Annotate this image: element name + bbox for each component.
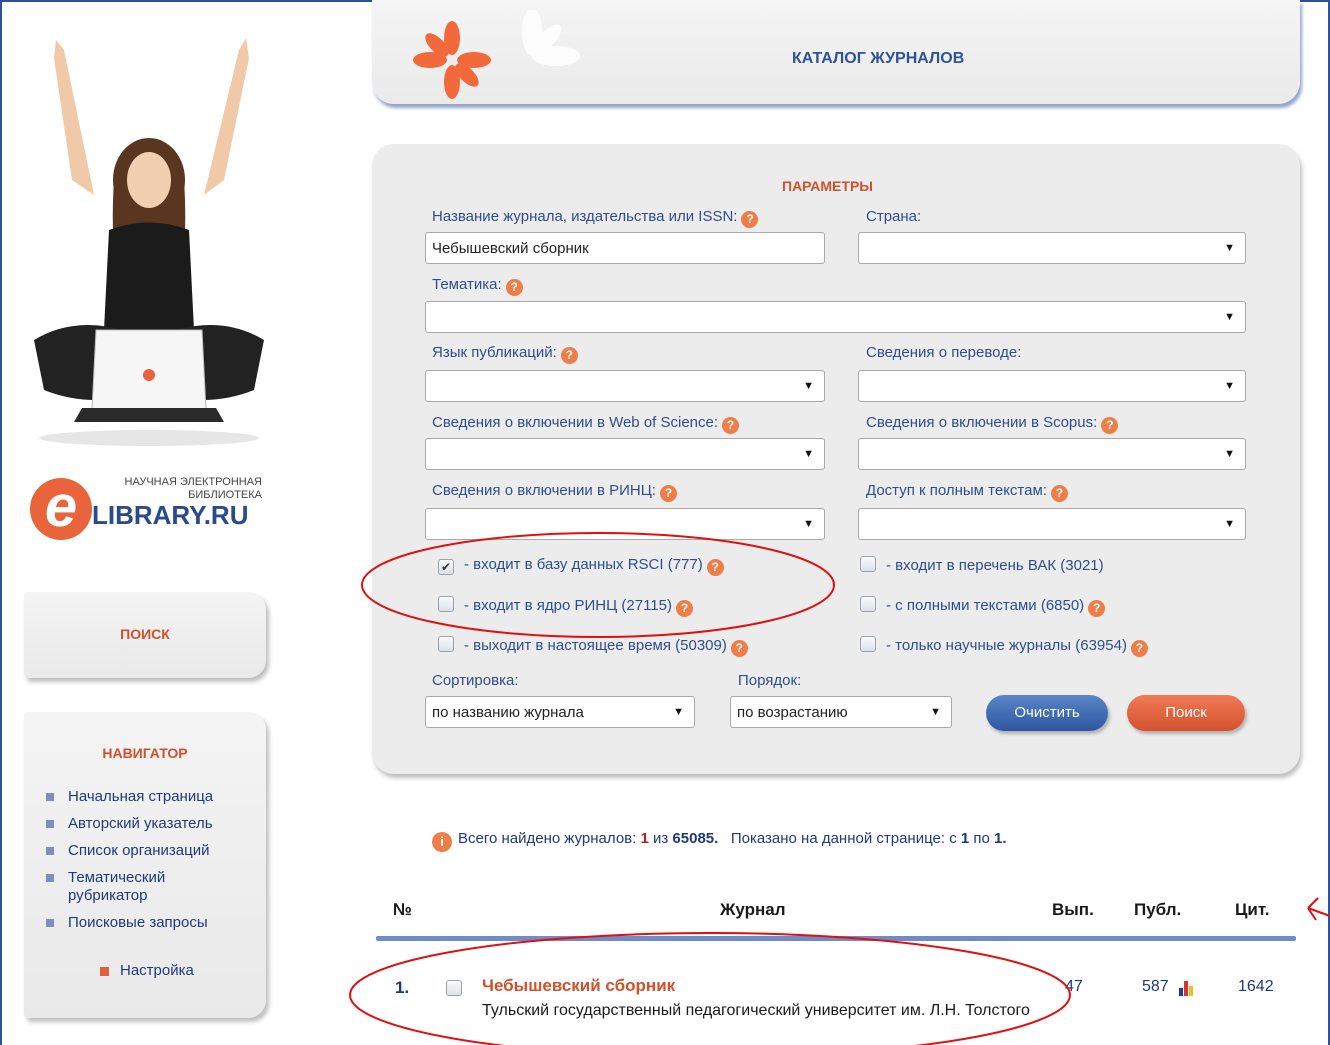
navigator-panel: НАВИГАТОР Начальная страница Авторский у… — [24, 712, 266, 1018]
nav-item-authors[interactable]: Авторский указатель — [46, 815, 246, 833]
parameters-title: ПАРАМЕТРЫ — [782, 178, 873, 194]
bullet-icon — [46, 847, 54, 855]
rinc-label: Сведения о включении в РИНЦ:? — [432, 482, 677, 502]
current-checkbox-row[interactable]: - выходит в настоящее время (50309)? — [438, 636, 748, 657]
publications-chart-icon[interactable] — [1178, 978, 1196, 996]
logo-tagline: НАУЧНАЯ ЭЛЕКТРОННАЯ БИБЛИОТЕКА — [124, 476, 262, 501]
topic-select[interactable] — [425, 301, 1246, 333]
bullet-icon — [46, 820, 54, 828]
nav-item-home[interactable]: Начальная страница — [46, 788, 246, 806]
fulltexts-checkbox[interactable] — [860, 596, 876, 612]
help-icon[interactable]: ? — [706, 559, 724, 576]
help-icon[interactable]: ? — [741, 211, 759, 228]
elibrary-logo[interactable]: e НАУЧНАЯ ЭЛЕКТРОННАЯ БИБЛИОТЕКА LIBRARY… — [30, 470, 270, 540]
row-issues: 47 — [1065, 978, 1083, 995]
sort-label: Сортировка: — [432, 672, 519, 689]
rsci-checkbox[interactable]: ✔ — [438, 559, 454, 575]
row-select-checkbox[interactable] — [446, 980, 462, 996]
journal-name-label: Название журнала, издательства или ISSN:… — [432, 208, 759, 228]
help-icon[interactable]: ? — [560, 347, 578, 364]
wos-label: Сведения о включении в Web of Science:? — [432, 414, 740, 434]
column-publications[interactable]: Публ. — [1134, 900, 1181, 920]
bullet-icon — [46, 874, 54, 882]
row-publications: 587 — [1142, 978, 1169, 995]
page-header: КАТАЛОГ ЖУРНАЛОВ — [372, 0, 1300, 104]
annotation-arrow — [1307, 897, 1330, 921]
column-journal: Журнал — [720, 900, 786, 919]
info-icon: i — [432, 832, 452, 852]
scopus-label: Сведения о включении в Scopus:? — [866, 414, 1119, 434]
help-icon[interactable]: ? — [1050, 485, 1068, 502]
flower-decoration-icon — [413, 10, 580, 99]
scopus-select[interactable] — [858, 438, 1246, 470]
translation-select[interactable] — [858, 370, 1246, 402]
wos-select[interactable] — [425, 438, 825, 470]
row-number: 1. — [395, 978, 410, 997]
logo-text: LIBRARY.RU — [92, 500, 249, 530]
order-select[interactable]: по возрастанию — [730, 696, 952, 728]
hero-illustration — [34, 38, 264, 446]
sidebar-search-panel[interactable]: ПОИСК — [24, 592, 266, 678]
logo-e-icon: e — [30, 478, 92, 540]
scientific-checkbox[interactable] — [860, 636, 876, 652]
search-parameters-panel: ПАРАМЕТРЫ Название журнала, издательства… — [372, 144, 1300, 774]
nav-item-organizations[interactable]: Список организаций — [46, 842, 246, 860]
topic-label: Тематика:? — [432, 276, 523, 296]
core-rinc-checkbox[interactable] — [438, 596, 454, 612]
current-checkbox[interactable] — [438, 636, 454, 652]
navigator-title: НАВИГАТОР — [102, 745, 188, 761]
fulltext-access-label: Доступ к полным текстам:? — [866, 482, 1068, 502]
results-summary: i Всего найдено журналов: 1 из 65085. Пок… — [432, 830, 1007, 852]
vak-checkbox-row[interactable]: - входит в перечень ВАК (3021) — [860, 556, 1104, 574]
column-num: № — [393, 900, 412, 919]
language-select[interactable] — [425, 370, 825, 402]
fulltexts-checkbox-row[interactable]: - с полными текстами (6850)? — [860, 596, 1106, 617]
journal-title-link[interactable]: Чебышевский сборник — [482, 976, 675, 996]
clear-button[interactable]: Очистить — [986, 695, 1108, 731]
settings-bullet-icon — [100, 967, 109, 976]
help-icon[interactable]: ? — [675, 600, 693, 617]
core-rinc-checkbox-row[interactable]: - входит в ядро РИНЦ (27115)? — [438, 596, 693, 617]
nav-item-queries[interactable]: Поисковые запросы — [46, 914, 246, 932]
scientific-checkbox-row[interactable]: - только научные журналы (63954)? — [860, 636, 1148, 657]
help-icon[interactable]: ? — [730, 640, 748, 657]
sidebar-search-link[interactable]: ПОИСК — [24, 626, 266, 642]
help-icon[interactable]: ? — [505, 279, 523, 296]
help-icon[interactable]: ? — [1130, 640, 1148, 657]
column-issues[interactable]: Вып. — [1052, 900, 1094, 920]
page-title: КАТАЛОГ ЖУРНАЛОВ — [792, 50, 965, 67]
column-citations[interactable]: Цит. — [1235, 900, 1269, 920]
help-icon[interactable]: ? — [1088, 600, 1106, 617]
help-icon[interactable]: ? — [1101, 417, 1119, 434]
help-icon[interactable]: ? — [659, 485, 677, 502]
sort-select[interactable]: по названию журнала — [425, 696, 695, 728]
rsci-checkbox-row[interactable]: ✔ - входит в базу данных RSCI (777)? — [438, 556, 724, 576]
table-header-divider — [376, 936, 1296, 941]
order-label: Порядок: — [738, 672, 802, 689]
help-icon[interactable]: ? — [722, 417, 740, 434]
journal-publisher: Тульский государственный педагогический … — [482, 1002, 1030, 1019]
country-label: Страна: — [866, 208, 922, 225]
bullet-icon — [46, 793, 54, 801]
nav-item-rubricator[interactable]: Тематический рубрикатор — [46, 869, 186, 905]
search-button[interactable]: Поиск — [1127, 695, 1245, 731]
row-citations: 1642 — [1238, 978, 1274, 995]
vak-checkbox[interactable] — [860, 556, 876, 572]
bullet-icon — [46, 919, 54, 927]
nav-item-settings[interactable]: Настройка — [98, 962, 194, 979]
rinc-select[interactable] — [425, 508, 825, 540]
fulltext-access-select[interactable] — [858, 508, 1246, 540]
country-select[interactable] — [858, 232, 1246, 264]
translation-label: Сведения о переводе: — [866, 344, 1022, 361]
navigator-list: Начальная страница Авторский указатель С… — [46, 788, 246, 941]
journal-name-input[interactable]: Чебышевский сборник — [425, 232, 825, 264]
language-label: Язык публикаций:? — [432, 344, 578, 364]
